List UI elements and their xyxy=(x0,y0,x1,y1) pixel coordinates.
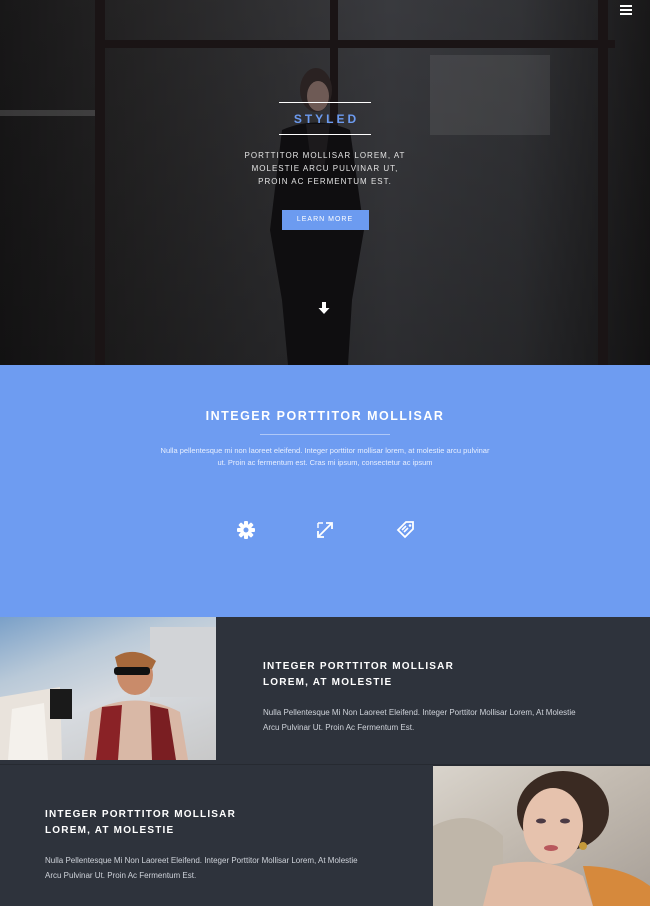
window-frame xyxy=(95,40,615,48)
feature-2-title-line1: INTEGER PORTTITOR MOLLISAR xyxy=(45,809,237,820)
feature-2-content: INTEGER PORTTITOR MOLLISAR LOREM, AT MOL… xyxy=(45,807,375,883)
feature-row-1: INTEGER PORTTITOR MOLLISAR LOREM, AT MOL… xyxy=(0,617,650,765)
hero-section: STYLED PORTTITOR MOLLISAR LOREM, AT MOLE… xyxy=(0,0,650,365)
intro-section: INTEGER PORTTITOR MOLLISAR Nulla pellent… xyxy=(0,365,650,617)
portrait-woman-image xyxy=(433,766,650,906)
gear-icon[interactable] xyxy=(236,520,256,540)
hero-text: PORTTITOR MOLLISAR LOREM, AT MOLESTIE AR… xyxy=(244,151,406,186)
feature-1-title-line1: INTEGER PORTTITOR MOLLISAR xyxy=(263,661,455,672)
hero-title: STYLED xyxy=(293,112,360,126)
feature-2-text: Nulla Pellentesque Mi Non Laoreet Eleife… xyxy=(45,856,358,880)
shopping-woman-illustration xyxy=(0,627,216,760)
portrait-woman-illustration xyxy=(433,771,650,906)
tags-icon[interactable] xyxy=(396,520,416,540)
hero-content: STYLED PORTTITOR MOLLISAR LOREM, AT MOLE… xyxy=(0,102,650,230)
arrow-down-icon[interactable] xyxy=(317,301,331,315)
feature-1-text: Nulla Pellentesque Mi Non Laoreet Eleife… xyxy=(263,708,576,732)
hamburger-icon[interactable] xyxy=(620,5,632,16)
feature-1-content: INTEGER PORTTITOR MOLLISAR LOREM, AT MOL… xyxy=(263,659,583,735)
intro-title: INTEGER PORTTITOR MOLLISAR xyxy=(205,409,445,423)
feature-1-title-line2: LOREM, AT MOLESTIE xyxy=(263,677,393,688)
learn-more-button[interactable]: LEARN MORE xyxy=(281,210,369,230)
intro-divider xyxy=(260,434,390,435)
resize-icon[interactable] xyxy=(315,520,335,540)
intro-text: Nulla pellentesque mi non laoreet eleife… xyxy=(160,446,490,467)
feature-2-title-line2: LOREM, AT MOLESTIE xyxy=(45,825,175,836)
title-rule-bottom xyxy=(279,134,371,135)
feature-icons xyxy=(0,520,650,542)
shopping-woman-image xyxy=(0,617,216,760)
feature-row-2: INTEGER PORTTITOR MOLLISAR LOREM, AT MOL… xyxy=(0,765,433,906)
